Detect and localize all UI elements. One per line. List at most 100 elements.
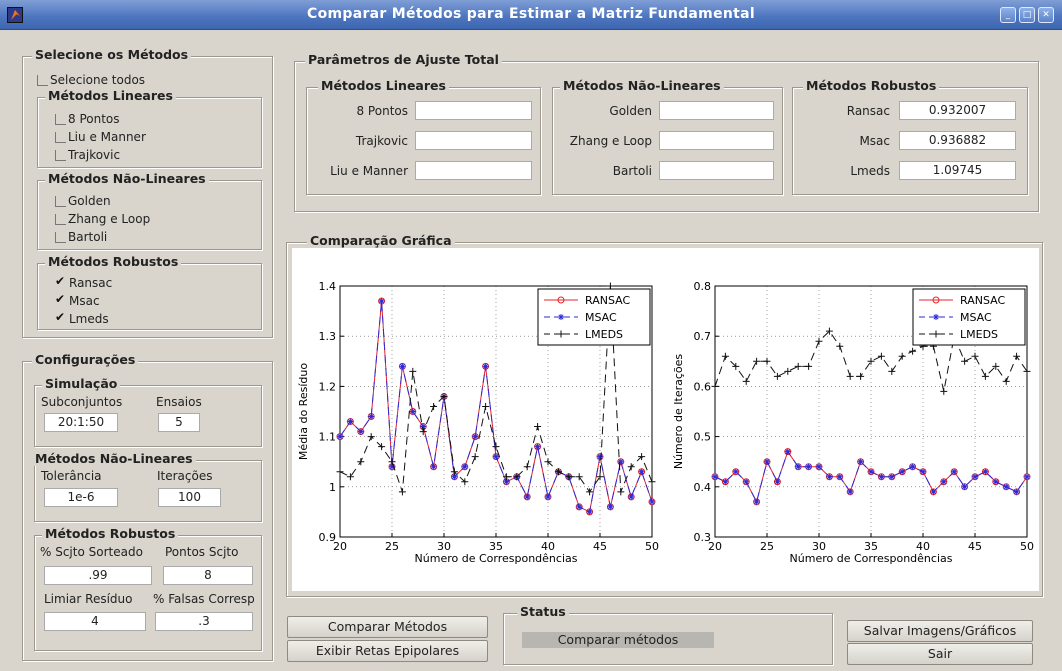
tolerance-label: Tolerância [41,469,102,483]
checkbox-icon [55,231,66,243]
checkbox-zhang-loop[interactable]: Zhang e Loop [55,211,150,227]
x-axis-label: Número de Correspondências [790,552,953,565]
param-label-liu-manner: Liu e Manner [330,164,408,178]
data-point-msac [638,468,645,475]
simulation-title: Simulação [42,376,121,391]
select-all-checkbox[interactable]: Selecione todos [37,72,145,88]
param-field-trajkovic[interactable] [415,131,532,150]
y-tick-label: 0.4 [694,481,712,494]
data-point-msac [576,503,583,510]
data-point-msac [337,433,343,440]
param-field-liu-manner[interactable] [415,161,532,180]
trials-field[interactable]: 5 [158,413,200,432]
linear-methods-title: Métodos Lineares [45,88,176,103]
param-field-8-pontos[interactable] [415,101,532,120]
data-point-msac [378,298,385,305]
graph-title: Comparação Gráfica [307,233,455,248]
y-tick-label: 0.5 [694,431,712,444]
iterations-field[interactable]: 100 [158,488,221,507]
y-tick-label: 0.9 [319,531,337,544]
checkbox-icon [55,195,66,207]
x-tick-label: 45 [968,540,982,553]
checkbox-trajkovic[interactable]: Trajkovic [55,147,120,163]
data-point-msac [847,488,854,495]
data-point-msac [992,478,999,485]
subsets-field[interactable]: 20:1:50 [44,413,118,432]
residual-threshold-field[interactable]: 4 [44,612,146,631]
exit-button[interactable]: Sair [847,643,1033,665]
param-label-lmeds: Lmeds [850,164,890,178]
data-point-msac [617,458,624,465]
save-images-button[interactable]: Salvar Imagens/Gráficos [847,620,1033,642]
x-tick-label: 25 [760,540,774,553]
data-point-msac [597,453,603,460]
status-text: Comparar métodos [522,632,714,648]
checkmark-icon [55,310,67,325]
data-point-msac [961,483,968,490]
close-button[interactable]: ✕ [1038,7,1054,23]
checkbox-msac[interactable]: Msac [55,292,100,309]
data-point-msac [732,468,739,475]
subsets-label: Subconjuntos [41,395,123,409]
param-field-golden[interactable] [659,101,774,120]
legend-label-msac: MSAC [585,311,617,324]
data-point-msac [899,468,906,475]
false-corresp-field[interactable]: .3 [155,612,253,631]
data-point-msac [826,473,833,480]
y-tick-label: 1.3 [319,330,337,343]
param-field-zhang-loop[interactable] [659,131,774,150]
param-field-bartoli[interactable] [659,161,774,180]
data-point-msac [774,478,781,485]
residual-threshold-label: Limiar Resíduo [44,592,133,606]
data-point-msac [722,478,729,485]
checkbox-lmeds[interactable]: Lmeds [55,310,109,327]
x-axis-label: Número de Correspondências [415,552,578,565]
checkbox-icon [55,149,66,161]
data-point-msac [472,433,479,440]
checkbox-bartoli[interactable]: Bartoli [55,229,107,245]
data-point-msac [1003,483,1010,490]
data-point-msac [878,473,885,480]
legend-label-lmeds: LMEDS [585,328,623,341]
y-axis-label: Número de Iterações [672,354,685,470]
data-point-msac [764,458,770,465]
params-robust-title: Métodos Robustos [803,78,940,93]
data-point-msac [607,503,614,510]
param-label-zhang-loop: Zhang e Loop [569,134,652,148]
select-methods-title: Selecione os Métodos [32,47,192,62]
param-label-golden: Golden [609,104,652,118]
data-point-msac [399,363,406,370]
sample-points-field[interactable]: 8 [163,566,253,585]
trials-label: Ensaios [156,395,202,409]
param-field-ransac[interactable]: 0.932007 [899,101,1016,120]
residual-chart: 20 25 30 35 40 45 500.911.11.21.31.4Número de … [297,280,659,565]
minimize-button[interactable]: _ [1000,7,1016,23]
show-epipolar-lines-button[interactable]: Exibir Retas Epipolares [287,640,488,662]
tolerance-field[interactable]: 1e-6 [44,488,118,507]
checkbox-golden[interactable]: Golden [55,193,111,209]
checkbox-ransac[interactable]: Ransac [55,274,112,291]
data-point-msac [868,468,874,475]
data-point-msac [743,478,750,485]
maximize-button[interactable]: □ [1019,7,1035,23]
compare-methods-button[interactable]: Comparar Métodos [287,616,488,638]
y-tick-label: 1.2 [319,380,337,393]
data-point-msac [409,408,416,415]
data-point-msac [534,443,541,450]
param-label-trajkovic: Trajkovic [355,134,408,148]
data-point-msac [628,493,635,500]
checkbox-8-pontos[interactable]: 8 Pontos [55,111,120,127]
nonlinear-methods-title: Métodos Não-Lineares [45,171,209,186]
param-label-msac: Msac [859,134,890,148]
checkbox-liu-manner[interactable]: Liu e Manner [55,129,146,145]
param-field-msac[interactable]: 0.936882 [899,131,1016,150]
data-point-msac [920,468,926,475]
sample-pct-field[interactable]: .99 [44,566,152,585]
data-point-msac [586,508,593,515]
data-point-msac [493,453,499,460]
y-tick-label: 0.7 [694,330,712,343]
false-corresp-label: % Falsas Corresp [153,592,255,606]
data-point-msac [347,418,354,425]
data-point-msac [482,363,489,370]
param-field-lmeds[interactable]: 1.09745 [899,161,1016,180]
